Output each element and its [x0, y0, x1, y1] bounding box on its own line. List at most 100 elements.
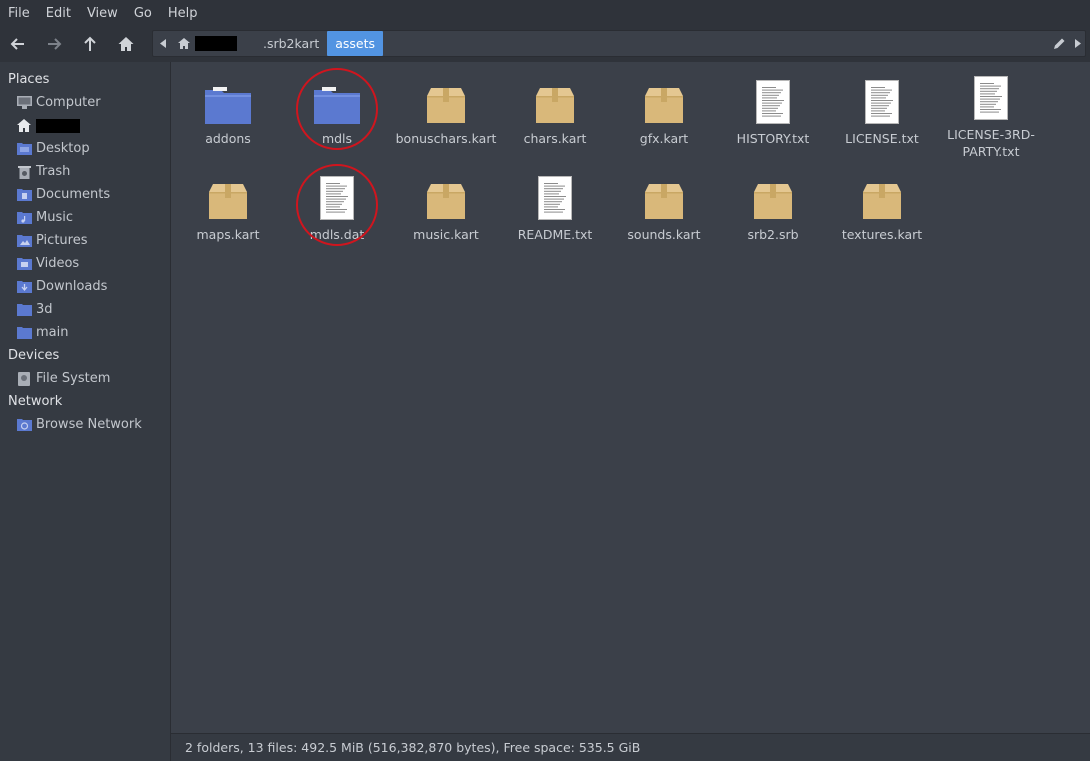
- file-label: mdls: [321, 131, 353, 146]
- menu-file[interactable]: File: [3, 6, 35, 21]
- sidebar-item-label: Computer: [36, 95, 101, 110]
- sidebar-item-documents[interactable]: Documents: [0, 183, 170, 206]
- sidebar-item-file-system[interactable]: File System: [0, 367, 170, 390]
- forward-button[interactable]: [36, 26, 72, 62]
- drive-icon: [16, 371, 32, 386]
- path-home-button[interactable]: [173, 31, 195, 56]
- devices-header: Devices: [8, 348, 60, 363]
- path-segment-srb2kart[interactable]: .srb2kart: [255, 31, 327, 56]
- triangle-right-icon[interactable]: [1074, 39, 1081, 48]
- home-button[interactable]: [108, 26, 144, 62]
- sidebar-item-label: Trash: [36, 164, 71, 179]
- sidebar-item-label: 3d: [36, 302, 53, 317]
- sidebar-item-label: Music: [36, 210, 73, 225]
- text-file-icon: [858, 76, 906, 124]
- sidebar-item-label: main: [36, 325, 69, 340]
- arrow-right-icon: [48, 38, 62, 50]
- sidebar-item-trash[interactable]: Trash: [0, 160, 170, 183]
- path-bar: .srb2kart assets: [152, 30, 1086, 57]
- sidebar-item-browse-network[interactable]: Browse Network: [0, 413, 170, 436]
- file-label: music.kart: [413, 227, 479, 242]
- sidebar-item-pictures[interactable]: Pictures: [0, 229, 170, 252]
- trash-icon: [16, 165, 32, 179]
- menu-go[interactable]: Go: [129, 6, 157, 21]
- home-icon: [16, 119, 32, 133]
- file-label: sounds.kart: [627, 227, 701, 242]
- sidebar-item-videos[interactable]: Videos: [0, 252, 170, 275]
- home-icon: [178, 38, 190, 49]
- path-scroll-left-button[interactable]: [153, 31, 173, 56]
- file-item[interactable]: LICENSE.txt: [828, 68, 936, 160]
- computer-icon: [16, 96, 32, 110]
- file-item[interactable]: maps.kart: [174, 164, 282, 256]
- network-icon: [16, 418, 32, 432]
- archive-icon: [422, 172, 470, 220]
- sidebar-item-label: Documents: [36, 187, 111, 202]
- documents-folder-icon: [16, 188, 32, 202]
- desktop-folder-icon: [16, 142, 32, 156]
- text-file-icon: [531, 172, 579, 220]
- pencil-icon[interactable]: [1053, 37, 1066, 50]
- sidebar-item-desktop[interactable]: Desktop: [0, 137, 170, 160]
- file-view[interactable]: addons mdls bonuschars.kart chars.kart gfx.k…: [171, 62, 1090, 733]
- file-label: maps.kart: [196, 227, 260, 242]
- sidebar-item-downloads[interactable]: Downloads: [0, 275, 170, 298]
- menu-view[interactable]: View: [82, 6, 123, 21]
- file-item[interactable]: mdls.dat: [283, 164, 391, 256]
- file-item[interactable]: LICENSE-3RD-​PARTY.txt: [937, 68, 1045, 160]
- file-label: mdls.dat: [309, 227, 365, 242]
- archive-icon: [531, 76, 579, 124]
- file-item[interactable]: README.txt: [501, 164, 609, 256]
- file-label: addons: [205, 131, 251, 146]
- sidebar: Places Computer Desktop Trash Documents: [0, 62, 170, 761]
- sidebar-item-label: Browse Network: [36, 417, 142, 432]
- folder-icon: [204, 76, 252, 124]
- places-header: Places: [8, 72, 50, 87]
- music-folder-icon: [16, 211, 32, 225]
- file-item[interactable]: gfx.kart: [610, 68, 718, 160]
- sidebar-item-home[interactable]: [0, 114, 170, 137]
- menu-edit[interactable]: Edit: [41, 6, 76, 21]
- file-label: textures.kart: [841, 227, 923, 242]
- file-label: chars.kart: [523, 131, 587, 146]
- back-button[interactable]: [0, 26, 36, 62]
- path-segment-assets[interactable]: assets: [327, 31, 384, 56]
- file-item[interactable]: mdls: [283, 68, 391, 160]
- sidebar-item-computer[interactable]: Computer: [0, 91, 170, 114]
- archive-icon: [640, 76, 688, 124]
- videos-folder-icon: [16, 257, 32, 271]
- file-label: HISTORY.txt: [736, 131, 810, 146]
- arrow-up-icon: [84, 36, 96, 51]
- file-label: LICENSE.txt: [845, 131, 919, 146]
- folder-icon: [313, 76, 361, 124]
- file-item[interactable]: chars.kart: [501, 68, 609, 160]
- triangle-left-icon: [159, 39, 166, 48]
- arrow-left-icon: [10, 38, 24, 50]
- path-tools: [1053, 31, 1081, 56]
- file-item[interactable]: HISTORY.txt: [719, 68, 827, 160]
- archive-icon: [858, 172, 906, 220]
- sidebar-item-label: Downloads: [36, 279, 108, 294]
- redacted-home-label: [36, 118, 80, 133]
- menu-help[interactable]: Help: [163, 6, 203, 21]
- file-item[interactable]: bonuschars.kart: [392, 68, 500, 160]
- sidebar-item-3d[interactable]: 3d: [0, 298, 170, 321]
- toolbar: .srb2kart assets: [0, 26, 1090, 62]
- file-label: bonuschars.kart: [395, 131, 497, 146]
- path-redacted-segment: [195, 36, 237, 51]
- file-item[interactable]: addons: [174, 68, 282, 160]
- icon-grid: addons mdls bonuschars.kart chars.kart gfx.k…: [171, 62, 1090, 733]
- file-item[interactable]: srb2.srb: [719, 164, 827, 256]
- up-button[interactable]: [72, 26, 108, 62]
- home-icon: [118, 37, 134, 51]
- sidebar-item-music[interactable]: Music: [0, 206, 170, 229]
- sidebar-item-main[interactable]: main: [0, 321, 170, 344]
- file-item[interactable]: music.kart: [392, 164, 500, 256]
- status-bar: 2 folders, 13 files: 492.5 MiB (516,382,…: [171, 733, 1090, 761]
- downloads-folder-icon: [16, 280, 32, 294]
- file-item[interactable]: textures.kart: [828, 164, 936, 256]
- sidebar-item-label: File System: [36, 371, 111, 386]
- file-label: LICENSE-3RD-​PARTY.txt: [947, 127, 1035, 159]
- file-item[interactable]: sounds.kart: [610, 164, 718, 256]
- file-label: srb2.srb: [747, 227, 799, 242]
